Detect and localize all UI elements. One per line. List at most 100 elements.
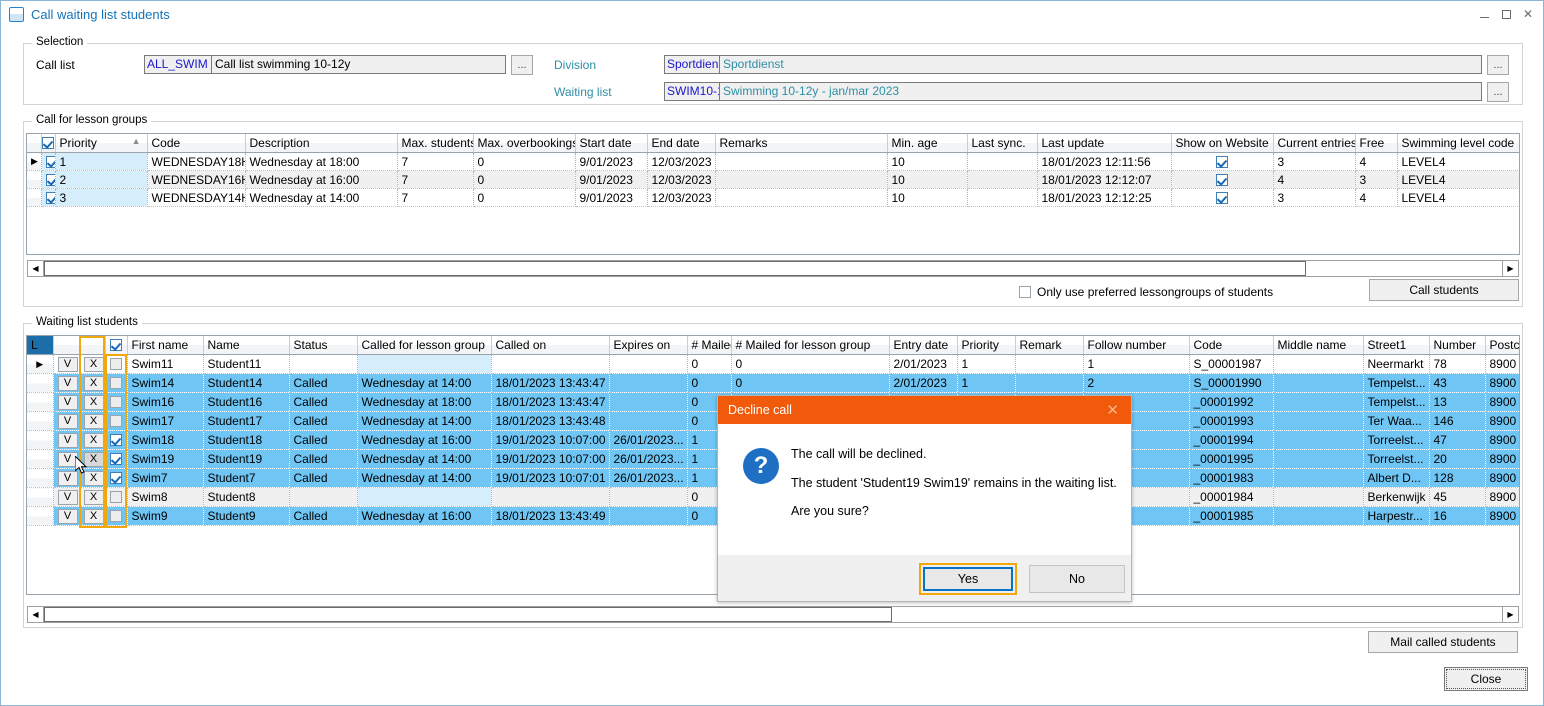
column-header-mailed-for-lesson-group[interactable]: # Mailed for lesson group — [731, 336, 889, 355]
row-checkbox[interactable] — [46, 174, 56, 186]
minimize-icon[interactable] — [1473, 4, 1495, 24]
scroll-right-icon[interactable]: ▶ — [1502, 261, 1518, 276]
table-row[interactable]: 2WEDNESDAY16HWednesday at 16:00709/01/20… — [27, 171, 1520, 189]
column-header-number[interactable]: Number — [1429, 336, 1485, 355]
row-checkbox[interactable] — [46, 156, 56, 168]
column-header-name[interactable]: Name — [203, 336, 289, 355]
maximize-icon[interactable] — [1495, 4, 1517, 24]
column-header-expires-on[interactable]: Expires on — [609, 336, 687, 355]
row-checkbox[interactable] — [110, 415, 122, 427]
close-icon[interactable]: ✕ — [1517, 4, 1539, 24]
accept-button[interactable]: V — [58, 433, 78, 448]
table-row[interactable]: ▶1WEDNESDAY18HWednesday at 18:00709/01/2… — [27, 153, 1520, 171]
select-all-checkbox[interactable] — [110, 339, 122, 351]
select-all-checkbox[interactable] — [42, 137, 54, 149]
waiting-select-all-header[interactable] — [105, 336, 127, 355]
column-header-street1[interactable]: Street1 — [1363, 336, 1429, 355]
column-header-swimming-level-code[interactable]: Swimming level code — [1397, 134, 1520, 153]
column-header-postcode[interactable]: Postcode — [1485, 336, 1520, 355]
column-header-current-entries[interactable]: Current entries — [1273, 134, 1355, 153]
dialog-close-icon[interactable]: ✕ — [1100, 403, 1125, 418]
column-header-called-on[interactable]: Called on — [491, 336, 609, 355]
column-header-remark[interactable]: Remark — [1015, 336, 1083, 355]
show-on-website-checkbox[interactable] — [1216, 156, 1228, 168]
call-students-button[interactable]: Call students — [1369, 279, 1519, 301]
call-list-browse-button[interactable]: ... — [511, 55, 533, 75]
no-button[interactable]: No — [1029, 565, 1125, 593]
lesson-select-all-header[interactable] — [41, 134, 55, 153]
call-list-description[interactable]: Call list swimming 10-12y — [212, 55, 506, 74]
table-row[interactable]: 3WEDNESDAY14HWednesday at 14:00709/01/20… — [27, 189, 1520, 207]
decline-button[interactable]: X — [84, 509, 104, 524]
scroll-right-icon[interactable]: ▶ — [1502, 607, 1518, 622]
accept-button[interactable]: V — [58, 357, 78, 372]
waiting-list-browse-button[interactable]: ... — [1487, 82, 1509, 102]
decline-button[interactable]: X — [84, 357, 104, 372]
column-header-min-age[interactable]: Min. age — [887, 134, 967, 153]
column-header-last-update[interactable]: Last update — [1037, 134, 1171, 153]
column-header-max-students[interactable]: Max. students — [397, 134, 473, 153]
hscroll-thumb[interactable] — [44, 261, 1306, 276]
l-column-header[interactable]: L — [27, 336, 53, 355]
division-code[interactable]: Sportdienst — [664, 55, 720, 74]
call-list-code[interactable]: ALL_SWIM — [144, 55, 212, 74]
column-header-code[interactable]: Code — [147, 134, 245, 153]
row-checkbox[interactable] — [110, 358, 122, 370]
show-on-website-checkbox[interactable] — [1216, 192, 1228, 204]
row-checkbox[interactable] — [110, 510, 122, 522]
decline-button[interactable]: X — [84, 490, 104, 505]
accept-button[interactable]: V — [58, 414, 78, 429]
column-header-follow-number[interactable]: Follow number — [1083, 336, 1189, 355]
division-description[interactable]: Sportdienst — [720, 55, 1482, 74]
decline-button[interactable]: X — [84, 395, 104, 410]
accept-button[interactable]: V — [58, 376, 78, 391]
accept-button[interactable]: V — [58, 509, 78, 524]
hscroll-track[interactable] — [1306, 261, 1502, 276]
column-header-mailed[interactable]: # Mailed — [687, 336, 731, 355]
table-row[interactable]: VXSwim14Student14CalledWednesday at 14:0… — [27, 374, 1520, 393]
accept-button[interactable]: V — [58, 395, 78, 410]
close-button[interactable]: Close — [1444, 667, 1528, 691]
column-header-last-sync[interactable]: Last sync. — [967, 134, 1037, 153]
row-checkbox[interactable] — [110, 453, 122, 465]
show-on-website-checkbox[interactable] — [1216, 174, 1228, 186]
table-row[interactable]: ▶VXSwim11Student11002/01/202311S_0000198… — [27, 355, 1520, 374]
column-header-middle-name[interactable]: Middle name — [1273, 336, 1363, 355]
column-header-code[interactable]: Code — [1189, 336, 1273, 355]
column-header-start-date[interactable]: Start date — [575, 134, 647, 153]
decline-button[interactable]: X — [84, 414, 104, 429]
decline-button[interactable]: X — [84, 376, 104, 391]
row-checkbox[interactable] — [46, 192, 56, 204]
column-header-remarks[interactable]: Remarks — [715, 134, 887, 153]
column-header-free[interactable]: Free — [1355, 134, 1397, 153]
row-checkbox[interactable] — [110, 396, 122, 408]
column-header-end-date[interactable]: End date — [647, 134, 715, 153]
division-browse-button[interactable]: ... — [1487, 55, 1509, 75]
row-checkbox[interactable] — [110, 491, 122, 503]
lesson-groups-hscrollbar[interactable]: ◀ ▶ — [27, 260, 1519, 277]
column-header-priority[interactable]: Priority▲ — [55, 134, 147, 153]
column-header-show-on-website[interactable]: Show on Website — [1171, 134, 1273, 153]
column-header-first-name[interactable]: First name — [127, 336, 203, 355]
column-header-entry-date[interactable]: Entry date — [889, 336, 957, 355]
row-checkbox[interactable] — [110, 434, 122, 446]
column-header-priority[interactable]: Priority — [957, 336, 1015, 355]
row-checkbox[interactable] — [110, 377, 122, 389]
hscroll-track[interactable] — [892, 607, 1502, 622]
scroll-left-icon[interactable]: ◀ — [28, 607, 44, 622]
only-preferred-checkbox[interactable] — [1019, 286, 1031, 298]
yes-button[interactable]: Yes — [923, 567, 1013, 591]
accept-button[interactable]: V — [58, 490, 78, 505]
column-header-called-for-lesson-group[interactable]: Called for lesson group — [357, 336, 491, 355]
hscroll-thumb[interactable] — [44, 607, 892, 622]
lesson-groups-grid[interactable]: Priority▲ Code Description Max. students… — [26, 133, 1520, 255]
column-header-max-overbookings[interactable]: Max. overbookings — [473, 134, 575, 153]
row-checkbox[interactable] — [110, 472, 122, 484]
only-preferred-row[interactable]: Only use preferred lessongroups of stude… — [1019, 285, 1273, 299]
column-header-status[interactable]: Status — [289, 336, 357, 355]
column-header-description[interactable]: Description — [245, 134, 397, 153]
waiting-list-hscrollbar[interactable]: ◀ ▶ — [27, 606, 1519, 623]
decline-button[interactable]: X — [84, 433, 104, 448]
waiting-list-description[interactable]: Swimming 10-12y - jan/mar 2023 — [720, 82, 1482, 101]
scroll-left-icon[interactable]: ◀ — [28, 261, 44, 276]
